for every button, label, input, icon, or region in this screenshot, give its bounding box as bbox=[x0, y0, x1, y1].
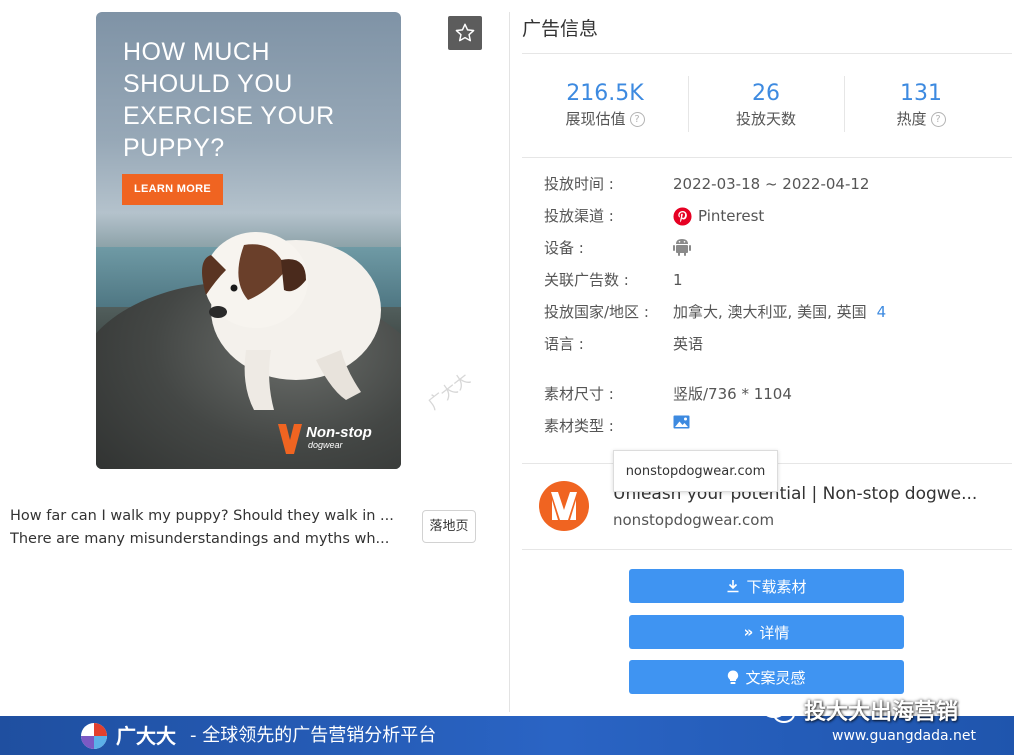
footer-slogan: - 全球领先的广告营销分析平台 bbox=[190, 725, 437, 746]
detail-value: 2022-03-18 ~ 2022-04-12 bbox=[673, 175, 870, 193]
download-label: 下载素材 bbox=[746, 577, 807, 596]
domain-tooltip: nonstopdogwear.com bbox=[613, 450, 778, 492]
detail-value: 英语 bbox=[673, 335, 704, 353]
puppy-illustration bbox=[202, 232, 381, 410]
stat-label: 热度 bbox=[896, 110, 927, 128]
ad-description: How far can I walk my puppy? Should they… bbox=[10, 505, 405, 551]
detail-value: 竖版/736 * 1104 bbox=[673, 385, 792, 403]
pane-divider bbox=[509, 12, 510, 712]
watermark-text: 广大大 bbox=[424, 368, 474, 414]
countries-more-link[interactable]: 4 bbox=[877, 301, 887, 323]
details-button[interactable]: » 详情 bbox=[629, 615, 904, 649]
footer-brand: 广大大 bbox=[116, 724, 176, 748]
detail-row-channel: 投放渠道 : Pinterest bbox=[544, 205, 1004, 227]
detail-row-device: 设备 : bbox=[544, 237, 1004, 259]
double-chevron-icon: » bbox=[743, 623, 754, 641]
detail-row-size: 素材尺寸 : 竖版/736 * 1104 bbox=[544, 383, 1004, 405]
wechat-icon bbox=[761, 696, 795, 723]
nonstop-brand-logo bbox=[539, 481, 589, 531]
detail-value: 加拿大, 澳大利亚, 美国, 英国 bbox=[673, 303, 867, 321]
details-label: 详情 bbox=[759, 623, 790, 642]
stat-impressions: 216.5K 展现估值 ? bbox=[535, 80, 675, 130]
favorite-star-button[interactable] bbox=[448, 16, 482, 50]
detail-label: 投放国家/地区 : bbox=[544, 303, 649, 321]
detail-label: 关联广告数 : bbox=[544, 271, 629, 289]
stat-value: 131 bbox=[900, 81, 942, 106]
detail-label: 素材尺寸 : bbox=[544, 385, 614, 403]
divider bbox=[522, 549, 1012, 550]
guangdada-logo bbox=[81, 723, 107, 749]
stat-value: 26 bbox=[752, 81, 780, 106]
stat-separator bbox=[844, 76, 845, 132]
detail-label: 投放渠道 : bbox=[544, 207, 614, 225]
detail-row-type: 素材类型 : bbox=[544, 415, 1004, 437]
detail-value: 1 bbox=[673, 271, 683, 289]
detail-row-period: 投放时间 : 2022-03-18 ~ 2022-04-12 bbox=[544, 173, 1004, 195]
brand-name: Non-stop bbox=[306, 424, 372, 441]
detail-label: 语言 : bbox=[544, 335, 584, 353]
stat-heat: 131 热度 ? bbox=[851, 80, 991, 130]
description-line-2: There are many misunderstandings and myt… bbox=[10, 531, 390, 547]
stat-days: 26 投放天数 bbox=[696, 80, 836, 130]
stat-value: 216.5K bbox=[566, 81, 644, 106]
detail-label: 设备 : bbox=[544, 239, 584, 257]
footer-url[interactable]: www.guangdada.net bbox=[832, 726, 976, 746]
help-icon[interactable]: ? bbox=[629, 111, 645, 127]
copy-inspiration-button[interactable]: 文案灵感 bbox=[629, 660, 904, 694]
stat-label: 投放天数 bbox=[735, 110, 796, 128]
ad-creative-image[interactable]: HOW MUCH SHOULD YOU EXERCISE YOUR PUPPY?… bbox=[96, 12, 401, 469]
description-line-1: How far can I walk my puppy? Should they… bbox=[10, 508, 394, 524]
detail-label: 投放时间 : bbox=[544, 175, 614, 193]
stat-label: 展现估值 bbox=[565, 110, 626, 128]
detail-row-related: 关联广告数 : 1 bbox=[544, 269, 1004, 291]
landing-page-domain[interactable]: nonstopdogwear.com bbox=[613, 511, 774, 529]
detail-row-language: 语言 : 英语 bbox=[544, 333, 1004, 355]
download-material-button[interactable]: 下载素材 bbox=[629, 569, 904, 603]
lightbulb-icon bbox=[728, 670, 739, 684]
brand-subtitle: dogwear bbox=[308, 440, 343, 450]
download-icon bbox=[727, 580, 739, 593]
divider bbox=[522, 157, 1012, 158]
pinterest-icon bbox=[673, 206, 692, 226]
wechat-account: 投大大出海营销 bbox=[804, 700, 959, 725]
detail-label: 素材类型 : bbox=[544, 417, 614, 435]
wechat-watermark: 投大大出海营销 bbox=[760, 694, 958, 726]
star-icon bbox=[455, 23, 475, 42]
help-icon[interactable]: ? bbox=[930, 111, 946, 127]
ad-headline: HOW MUCH SHOULD YOU EXERCISE YOUR PUPPY? bbox=[123, 38, 335, 162]
detail-row-countries: 投放国家/地区 : 加拿大, 澳大利亚, 美国, 英国 4 bbox=[544, 301, 1004, 323]
image-type-icon bbox=[673, 415, 690, 429]
landing-page-button[interactable]: 落地页 bbox=[422, 510, 476, 543]
detail-value: Pinterest bbox=[698, 207, 765, 225]
stat-separator bbox=[688, 76, 689, 132]
copy-inspiration-label: 文案灵感 bbox=[745, 668, 806, 687]
android-icon bbox=[673, 239, 691, 256]
divider bbox=[522, 53, 1012, 54]
panel-title: 广告信息 bbox=[522, 18, 599, 40]
